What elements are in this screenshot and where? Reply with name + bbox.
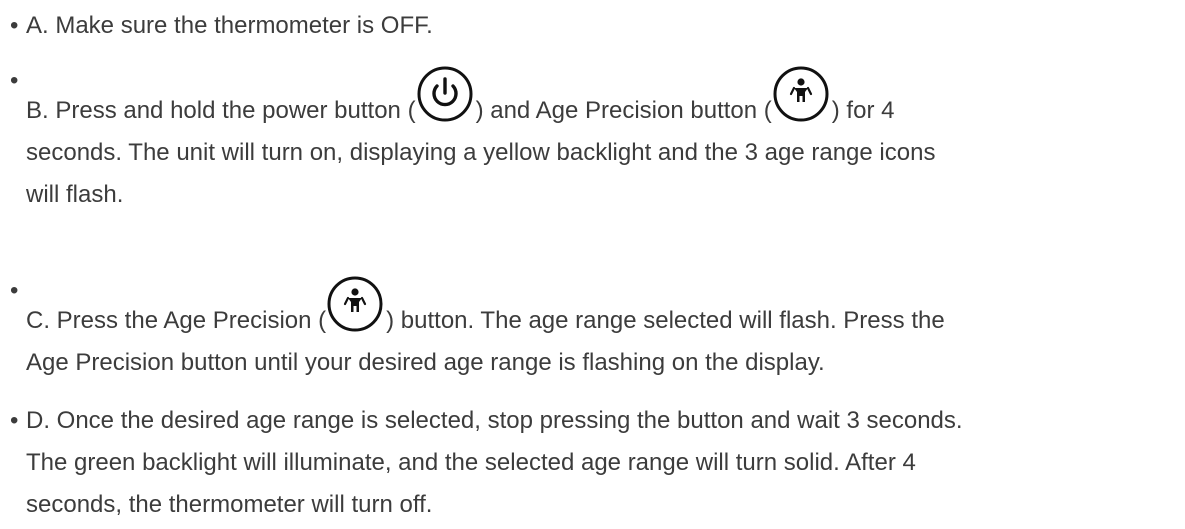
step-c-text-2: ) button. The age range selected will fl…: [386, 307, 945, 334]
step-b-line-2: seconds. The unit will turn on, displayi…: [26, 139, 936, 166]
bullet: •: [10, 407, 19, 434]
power-icon: [416, 66, 476, 122]
instruction-list: • A. Make sure the thermometer is OFF. •…: [0, 0, 1185, 529]
step-b-text-3: ) for 4: [831, 97, 895, 124]
bullet: •: [10, 277, 19, 304]
step-a-text: A. Make sure the thermometer is OFF.: [26, 12, 433, 39]
step-c-text-1: C. Press the Age Precision (: [26, 307, 327, 334]
list-item-b: • B. Press and hold the power button ( )…: [10, 60, 1180, 216]
bullet: •: [10, 12, 19, 39]
step-b-text-2: ) and Age Precision button (: [475, 97, 772, 124]
child-icon: [772, 66, 832, 122]
list-item-a: • A. Make sure the thermometer is OFF.: [10, 5, 1180, 47]
step-b-line-3: will flash.: [26, 181, 124, 208]
step-c-line-2: Age Precision button until your desired …: [26, 349, 825, 376]
step-d-line-3: seconds, the thermometer will turn off.: [26, 491, 433, 518]
step-b-text-1: B. Press and hold the power button (: [26, 97, 416, 124]
bullet: •: [10, 67, 19, 94]
list-item-c: • C. Press the Age Precision ( ) button.…: [10, 270, 1180, 384]
child-icon: [326, 276, 386, 332]
step-d-line-1: D. Once the desired age range is selecte…: [26, 407, 963, 434]
step-d-line-2: The green backlight will illuminate, and…: [26, 449, 916, 476]
list-item-d: • D. Once the desired age range is selec…: [10, 400, 1180, 526]
